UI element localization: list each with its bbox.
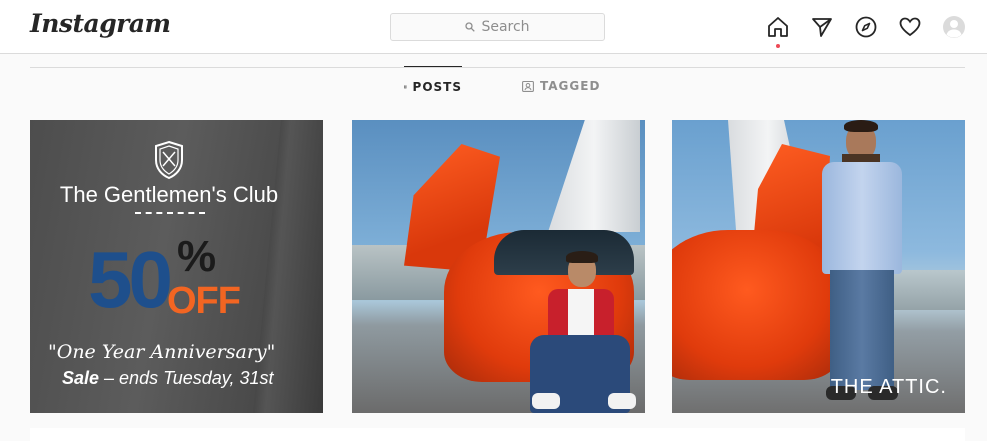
tab-tagged-label: TAGGED [540, 79, 601, 93]
search-placeholder: Search [481, 19, 530, 35]
home-icon[interactable] [765, 14, 791, 40]
next-row-edge [30, 428, 965, 441]
top-navigation: Instagram Search [0, 0, 987, 54]
promo-title: The Gentlemen's Club [59, 182, 279, 207]
promo-sale-line: Sale – ends Tuesday, 31st [62, 368, 273, 389]
tabs-divider [30, 67, 965, 68]
explore-icon[interactable] [853, 14, 879, 40]
tab-posts[interactable]: POSTS [404, 66, 462, 106]
tower-building [548, 120, 640, 232]
watermark-text: THE ATTIC. [830, 376, 947, 398]
promo-tagline: "One Year Anniversary" [48, 341, 276, 363]
discount-percent: % [177, 232, 217, 281]
discount-number: 50 [88, 235, 173, 324]
search-icon [465, 22, 476, 32]
profile-avatar[interactable] [941, 14, 967, 40]
tagged-icon [522, 80, 534, 92]
tab-posts-label: POSTS [412, 79, 462, 94]
post-car-photo-2[interactable]: THE ATTIC. [672, 120, 965, 413]
title-underline [135, 212, 205, 214]
activity-icon[interactable] [897, 14, 923, 40]
post-gentlemens-club[interactable]: The Gentlemen's Club 50 % OFF "One Year … [30, 120, 323, 413]
sale-rest: – ends Tuesday, 31st [99, 368, 274, 388]
sale-word: Sale [62, 368, 100, 388]
instagram-logo[interactable]: Instagram [30, 9, 171, 38]
crest-logo-icon [155, 140, 183, 180]
grid-icon [404, 85, 407, 88]
post-car-photo-1[interactable] [352, 120, 645, 413]
seated-person [530, 251, 636, 413]
discount-off: OFF [167, 280, 241, 322]
direct-icon[interactable] [809, 14, 835, 40]
search-input[interactable]: Search [390, 13, 605, 41]
tab-tagged[interactable]: TAGGED [522, 66, 600, 106]
standing-person [812, 120, 912, 413]
notification-dot [776, 44, 780, 48]
